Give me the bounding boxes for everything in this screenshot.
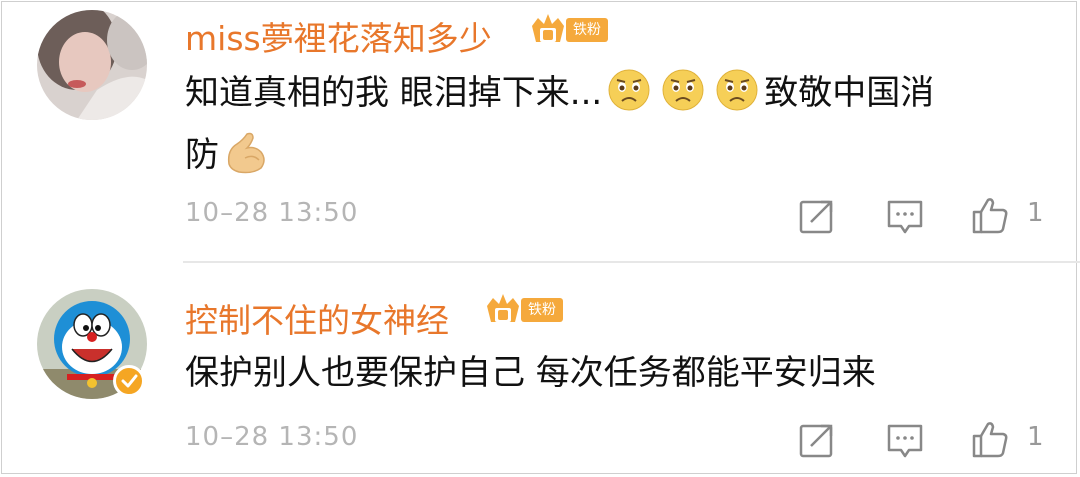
timestamp: 10–28 13:50 <box>185 198 359 228</box>
comment-text: 知道真相的我 眼泪掉下来... <box>185 73 603 113</box>
thumbs-up-icon[interactable] <box>970 196 1010 236</box>
comment-text: 致敬中国消 <box>764 73 935 113</box>
thumbs-up-icon[interactable] <box>970 420 1010 460</box>
comment-text: 防 <box>185 135 219 175</box>
crown-icon <box>487 294 519 322</box>
comment-text: 保护别人也要保护自己 每次任务都能平安归来 <box>185 353 876 393</box>
comment-item: 控制不住的女神经 铁粉 保护别人也要保护自己 每次任务都能平安归来 10–28 … <box>0 262 1080 477</box>
sad-face-icon <box>716 69 758 111</box>
verified-badge <box>113 365 145 397</box>
username[interactable]: 控制不住的女神经 <box>185 294 449 342</box>
flexed-bicep-icon <box>227 132 265 174</box>
like-count: 1 <box>1027 422 1044 452</box>
comment-item: miss夢裡花落知多少 铁粉 知道真相的我 眼泪掉下来... 致敬中国消 防 10… <box>0 0 1080 262</box>
avatar[interactable] <box>37 10 147 120</box>
username[interactable]: miss夢裡花落知多少 <box>185 12 492 60</box>
comment-text-line: 知道真相的我 眼泪掉下来... 致敬中国消 <box>185 62 934 124</box>
checkmark-icon <box>121 374 138 388</box>
comment-text-line: 防 <box>185 124 269 186</box>
comment-icon[interactable] <box>885 420 925 460</box>
sad-face-icon <box>662 69 704 111</box>
comment-icon[interactable] <box>885 196 925 236</box>
badge-label: 铁粉 <box>521 298 563 322</box>
crown-icon <box>532 14 564 42</box>
share-icon[interactable] <box>797 196 837 236</box>
badge-label: 铁粉 <box>566 18 608 42</box>
sad-face-icon <box>608 69 650 111</box>
like-count: 1 <box>1027 198 1044 228</box>
timestamp: 10–28 13:50 <box>185 422 359 452</box>
share-icon[interactable] <box>797 420 837 460</box>
